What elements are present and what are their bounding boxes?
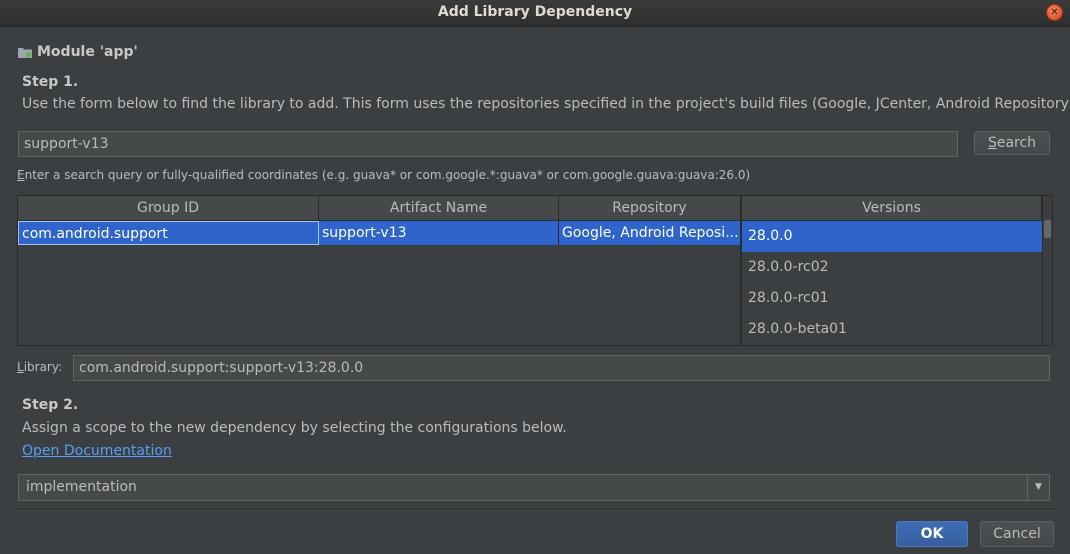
ok-button[interactable]: OK [896, 521, 968, 547]
cell-artifact-name[interactable]: support-v13 [319, 221, 559, 245]
column-header-group-id[interactable]: Group ID [18, 196, 319, 220]
step1-title: Step 1. [22, 74, 79, 90]
search-hint: Enter a search query or fully-qualified … [17, 168, 750, 182]
cancel-button[interactable]: Cancel [980, 521, 1054, 547]
results-table-header: Group ID Artifact Name Repository [18, 196, 740, 221]
versions-header: Versions [742, 196, 1042, 221]
cell-repository[interactable]: Google, Android Reposi... [559, 221, 740, 245]
versions-scrollbar-thumb[interactable] [1044, 220, 1051, 238]
scope-selected-value: implementation [26, 479, 137, 495]
column-header-artifact-name[interactable]: Artifact Name [319, 196, 559, 220]
window-title: Add Library Dependency [437, 4, 633, 20]
library-label: Library: [17, 360, 62, 374]
step1-description: Use the form below to find the library t… [22, 96, 1070, 112]
dropdown-arrow-icon[interactable]: ▼ [1027, 475, 1049, 500]
library-label-text: ibrary: [23, 360, 63, 374]
cell-group-id[interactable]: com.android.support [18, 221, 319, 245]
module-label: Module 'app' [37, 44, 138, 60]
library-label-mnemonic: L [17, 360, 24, 374]
search-hint-text: nter a search query or fully-qualified c… [24, 168, 751, 182]
version-item[interactable]: 28.0.0 [742, 221, 1042, 252]
step2-title: Step 2. [22, 397, 79, 413]
results-table: Group ID Artifact Name Repository com.an… [17, 195, 741, 346]
search-button[interactable]: Search [974, 131, 1050, 155]
open-documentation-link[interactable]: Open Documentation [22, 443, 172, 459]
scope-dropdown[interactable]: implementation ▼ [18, 474, 1050, 501]
search-input[interactable]: support-v13 [18, 131, 958, 157]
library-coordinates-field[interactable]: com.android.support:support-v13:28.0.0 [73, 355, 1050, 381]
version-item[interactable]: 28.0.0-rc01 [742, 283, 1042, 314]
title-bar: Add Library Dependency ✕ [0, 0, 1070, 27]
version-item[interactable]: 28.0.0-beta01 [742, 314, 1042, 345]
table-row[interactable]: com.android.support support-v13 Google, … [18, 221, 740, 245]
close-icon: ✕ [1050, 7, 1059, 18]
module-folder-icon [18, 47, 32, 58]
version-item[interactable]: 28.0.0-rc02 [742, 252, 1042, 283]
close-button[interactable]: ✕ [1046, 4, 1063, 21]
module-header: Module 'app' [18, 42, 138, 62]
search-hint-mnemonic: E [17, 168, 25, 182]
versions-list: Versions 28.0.0 28.0.0-rc02 28.0.0-rc01 … [741, 195, 1053, 346]
search-button-mnemonic: S [987, 135, 997, 151]
step2-description: Assign a scope to the new dependency by … [22, 420, 567, 436]
search-button-label: earch [996, 135, 1037, 151]
column-header-repository[interactable]: Repository [559, 196, 740, 220]
versions-scrollbar[interactable] [1042, 196, 1052, 345]
footer-separator [14, 509, 1057, 511]
